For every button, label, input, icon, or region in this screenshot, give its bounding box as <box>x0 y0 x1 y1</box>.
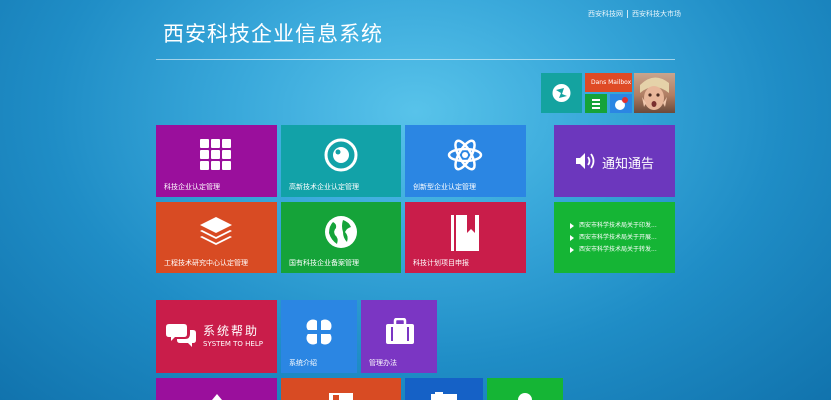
word-document-icon <box>329 393 353 400</box>
tile-notice-list: 西安市科学技术局关于印发... 西安市科学技术局关于开展... 西安市科学技术局… <box>554 202 675 273</box>
user-avatar[interactable] <box>634 73 675 113</box>
tile-label: 国有科技企业备案管理 <box>289 259 359 267</box>
circular-arrow-icon <box>552 84 571 102</box>
tile-engineering-center[interactable]: 工程技术研究中心认定管理 <box>156 202 277 273</box>
up-triangle-icon <box>212 394 222 400</box>
tile-notice-header[interactable]: 通知通告 <box>554 125 675 197</box>
app-switch-tile[interactable] <box>541 73 582 113</box>
list-tile[interactable] <box>585 94 607 113</box>
notice-item[interactable]: 西安市科学技术局关于印发... <box>570 220 657 232</box>
notice-item[interactable]: 西安市科学技术局关于开展... <box>570 232 657 244</box>
folder-icon <box>431 392 457 400</box>
tile-projects[interactable]: 科技计划项目申报 <box>405 202 526 273</box>
tile-bottom-4[interactable] <box>487 378 563 400</box>
top-link-xian-tech-net[interactable]: 西安科技网 <box>588 10 623 18</box>
title-divider <box>156 59 675 60</box>
tile-bottom-2[interactable] <box>281 378 401 400</box>
notice-list: 西安市科学技术局关于印发... 西安市科学技术局关于开展... 西安市科学技术局… <box>570 220 657 256</box>
clover-icon <box>304 317 334 347</box>
top-link-tech-market[interactable]: 西安科技大市场 <box>632 10 681 18</box>
tile-system-intro[interactable]: 系统介绍 <box>281 300 357 373</box>
top-link-divider <box>627 10 628 18</box>
help-title: 系统帮助 <box>203 324 260 338</box>
message-notification-icon <box>615 97 628 110</box>
list-icon <box>592 99 600 109</box>
briefcase-icon <box>386 318 414 344</box>
layers-icon <box>200 217 232 245</box>
avatar-face-icon <box>640 77 669 110</box>
tile-state-owned[interactable]: 国有科技企业备案管理 <box>281 202 401 273</box>
mailbox-tile[interactable]: Dans Mailbox <box>585 73 632 92</box>
grid-icon <box>200 139 231 170</box>
notice-header-label: 通知通告 <box>602 157 655 172</box>
top-links: 西安科技网 西安科技大市场 <box>588 9 681 19</box>
tile-label: 创新型企业认定管理 <box>413 183 476 191</box>
tile-bottom-1[interactable] <box>156 378 277 400</box>
tile-hightech[interactable]: 高新技术企业认定管理 <box>281 125 401 197</box>
chat-bubbles-icon <box>166 324 196 347</box>
site-title: 西安科技企业信息系统 <box>163 22 383 46</box>
badge-icon <box>518 393 532 400</box>
notice-item[interactable]: 西安市科学技术局关于转发... <box>570 244 657 256</box>
tile-label: 工程技术研究中心认定管理 <box>164 259 248 267</box>
tile-tech-enterprise[interactable]: 科技企业认定管理 <box>156 125 277 197</box>
tile-bottom-3[interactable] <box>405 378 483 400</box>
help-subtitle: SYSTEM TO HELP <box>203 340 263 348</box>
tile-system-help[interactable]: 系统帮助 SYSTEM TO HELP <box>156 300 277 373</box>
speaker-icon <box>576 153 595 169</box>
eye-icon <box>324 138 358 172</box>
tile-label: 系统介绍 <box>289 359 317 367</box>
tile-management[interactable]: 管理办法 <box>361 300 437 373</box>
tile-label: 科技计划项目申报 <box>413 259 469 267</box>
tile-label: 高新技术企业认定管理 <box>289 183 359 191</box>
bookmark-book-icon <box>451 215 479 251</box>
atom-icon <box>447 139 483 171</box>
mailbox-label: Dans Mailbox <box>591 79 632 86</box>
globe-icon <box>325 216 357 248</box>
tile-label: 管理办法 <box>369 359 397 367</box>
messages-tile[interactable] <box>610 94 632 113</box>
tile-label: 科技企业认定管理 <box>164 183 220 191</box>
tile-innovative[interactable]: 创新型企业认定管理 <box>405 125 526 197</box>
